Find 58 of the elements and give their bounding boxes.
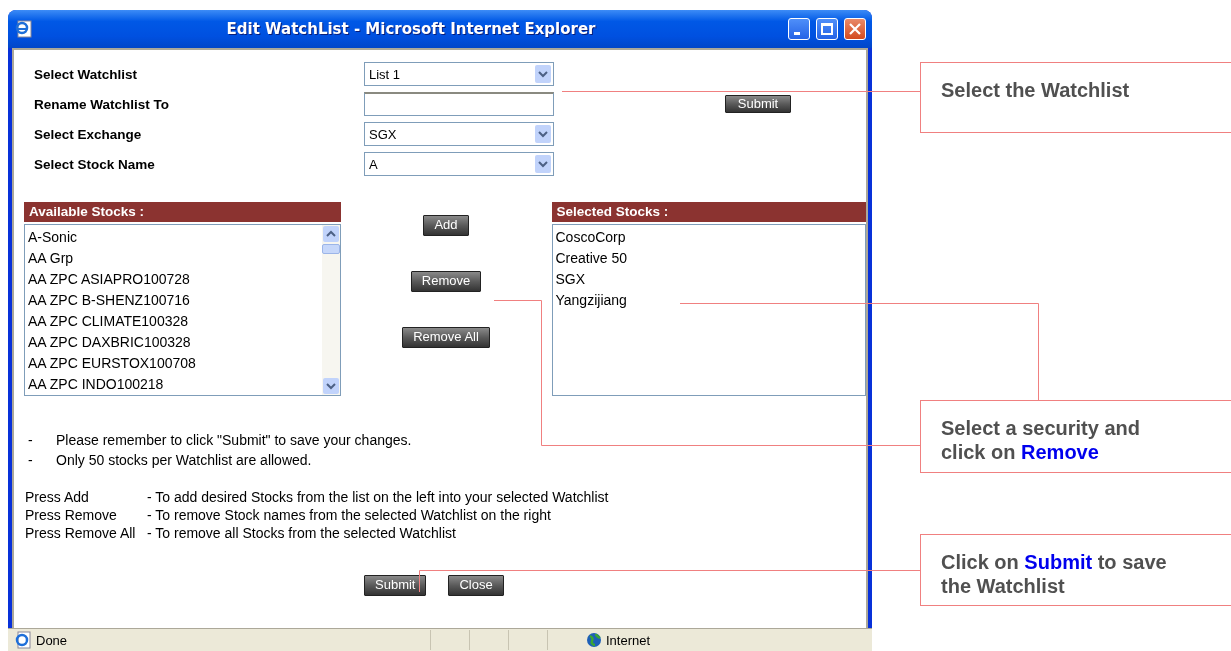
dropdown-field[interactable]: A	[364, 152, 554, 176]
globe-icon	[586, 632, 602, 648]
bullet-dash: -	[27, 432, 34, 448]
dropdown-field[interactable]: SGX	[364, 122, 554, 146]
close-icon	[849, 23, 861, 35]
dialog-button[interactable]: Close	[448, 575, 504, 596]
selected-list[interactable]: CoscoCorp Creative 50 SGX Yangzijiang	[551, 224, 866, 396]
list-item[interactable]: AA ZPC CLIMATE100328	[28, 311, 319, 332]
minimize-button[interactable]	[788, 18, 810, 40]
stock-list[interactable]: A-Sonic AA Grp AA ZPC ASIAPRO100728 AA ZPC B-SHENZ100716 AA ZPC CLIMATE100328 AA ZPC DAXBRIC100328 AA ZPC EURSTOX100708 AA ZPC INDO100218	[24, 224, 341, 396]
list-item[interactable]: AA ZPC ASIAPRO100728	[28, 269, 319, 290]
help-description: - To add desired Stocks from the list on the left into your selected Watchlist	[147, 489, 610, 505]
list-item[interactable]: AA ZPC B-SHENZ100716	[28, 290, 319, 311]
action-button[interactable]: Remove All	[402, 327, 490, 348]
list-item[interactable]: Yangzijiang	[555, 290, 862, 311]
callout-text: Select the Watchlist	[941, 78, 1131, 102]
field-label: Select Exchange	[34, 126, 143, 142]
status-text: Done	[36, 632, 69, 648]
bullet-dash: -	[27, 452, 34, 468]
help-description: - To remove all Stocks from the selected Watchlist	[147, 525, 457, 541]
dialog-button[interactable]: Submit	[364, 575, 427, 596]
scroll-up-icon[interactable]	[322, 226, 339, 242]
text-field[interactable]	[364, 92, 554, 116]
list-item[interactable]: AA ZPC EURSTOX100708	[28, 353, 319, 374]
list-item[interactable]: CoscoCorp	[555, 227, 862, 248]
status-zone: Internet	[606, 632, 651, 648]
submit-button[interactable]: Submit	[724, 95, 792, 113]
page-icon	[14, 631, 32, 649]
scroll-down-icon[interactable]	[322, 378, 339, 394]
list-item[interactable]: Creative 50	[555, 248, 862, 269]
list-item[interactable]: A-Sonic	[28, 227, 319, 248]
minimize-icon	[794, 32, 800, 35]
help-action: Press Add	[25, 489, 90, 505]
scrollbar-thumb[interactable]	[321, 244, 340, 254]
maximize-button[interactable]	[816, 18, 838, 40]
panel-header: Selected Stocks :	[551, 202, 866, 222]
dropdown-field[interactable]: List 1	[364, 62, 554, 86]
panel-header: Available Stocks :	[24, 202, 341, 222]
maximize-icon	[821, 23, 833, 35]
callout-text: Click on Submit to save the Watchlist	[941, 550, 1168, 598]
page-icon	[14, 19, 34, 39]
callout-text: Select a security and click on Remove	[941, 416, 1141, 464]
field-label: Select Stock Name	[34, 156, 156, 172]
close-button[interactable]	[844, 18, 866, 40]
list-item[interactable]: AA ZPC DAXBRIC100328	[28, 332, 319, 353]
note-text: Please remember to click "Submit" to save your changes.	[56, 432, 412, 448]
list-item[interactable]: SGX	[555, 269, 862, 290]
list-item[interactable]: AA ZPC INDO100218	[28, 374, 319, 395]
window-title: Edit WatchList - Microsoft Internet Explorer	[225, 20, 597, 38]
help-description: - To remove Stock names from the selected Watchlist on the right	[147, 507, 552, 523]
action-button[interactable]: Add	[423, 215, 469, 236]
help-action: Press Remove	[25, 507, 118, 523]
list-item[interactable]: AA Grp	[28, 248, 319, 269]
field-label: Rename Watchlist To	[34, 96, 171, 112]
field-label: Select Watchlist	[34, 66, 139, 82]
action-button[interactable]: Remove	[410, 271, 482, 292]
help-action: Press Remove All	[25, 525, 137, 541]
note-text: Only 50 stocks per Watchlist are allowed.	[56, 452, 312, 468]
